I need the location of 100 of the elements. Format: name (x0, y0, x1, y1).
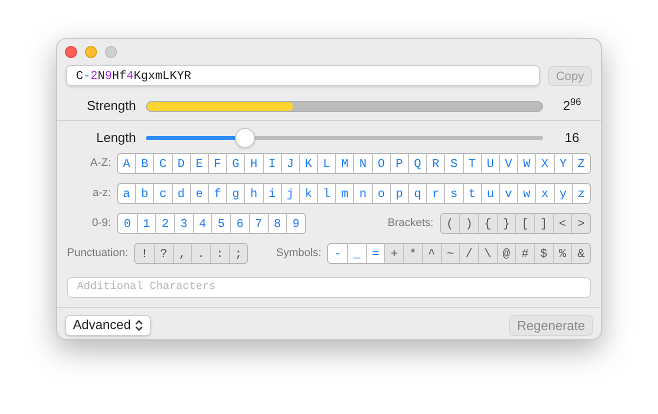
character-toggle[interactable]: & (571, 244, 590, 263)
character-toggle[interactable]: = (366, 244, 384, 263)
character-toggle[interactable]: } (496, 214, 516, 233)
character-toggle[interactable]: [ (515, 214, 534, 233)
character-toggle[interactable]: P (390, 154, 408, 173)
character-toggle[interactable]: J (280, 154, 299, 173)
character-toggle[interactable]: _ (347, 244, 366, 263)
character-toggle[interactable]: T (462, 154, 481, 173)
character-toggle[interactable]: n (353, 184, 372, 203)
character-toggle[interactable]: @ (496, 244, 516, 263)
character-toggle[interactable]: R (426, 154, 444, 173)
character-toggle[interactable]: { (478, 214, 497, 233)
character-toggle[interactable]: G (226, 154, 244, 173)
character-toggle[interactable]: 5 (211, 214, 230, 233)
character-toggle[interactable]: 6 (230, 214, 249, 233)
character-toggle[interactable]: L (317, 154, 336, 173)
character-toggle[interactable]: : (210, 244, 229, 263)
character-toggle[interactable]: \ (478, 244, 497, 263)
character-toggle[interactable]: * (403, 244, 422, 263)
character-toggle[interactable]: ^ (422, 244, 440, 263)
character-toggle[interactable]: W (517, 154, 536, 173)
character-toggle[interactable]: w (517, 184, 536, 203)
character-toggle[interactable]: v (498, 184, 518, 203)
character-toggle[interactable]: # (515, 244, 534, 263)
character-toggle[interactable]: f (208, 184, 226, 203)
character-toggle[interactable]: c (153, 184, 172, 203)
character-toggle[interactable]: o (372, 184, 390, 203)
character-toggle[interactable]: 7 (248, 214, 268, 233)
character-toggle[interactable]: V (498, 154, 518, 173)
regenerate-button[interactable]: Regenerate (509, 314, 593, 336)
character-toggle[interactable]: Z (572, 154, 590, 173)
character-toggle[interactable]: ) (459, 214, 478, 233)
character-toggle[interactable]: y (554, 184, 572, 203)
character-toggle[interactable]: F (208, 154, 226, 173)
close-button[interactable] (65, 46, 77, 58)
character-toggle[interactable]: ; (228, 244, 248, 263)
character-toggle[interactable]: i (262, 184, 281, 203)
character-toggle[interactable]: K (298, 154, 318, 173)
character-toggle[interactable]: x (535, 184, 554, 203)
character-toggle[interactable]: ( (440, 214, 460, 233)
character-toggle[interactable]: p (390, 184, 408, 203)
character-toggle[interactable]: B (135, 154, 154, 173)
character-toggle[interactable]: s (444, 184, 463, 203)
character-toggle[interactable]: % (552, 244, 572, 263)
character-toggle[interactable]: Y (554, 154, 572, 173)
character-toggle[interactable]: z (572, 184, 590, 203)
character-toggle[interactable]: q (408, 184, 426, 203)
character-toggle[interactable]: a (118, 184, 136, 203)
password-field[interactable]: C-2N9Hf4KgxmLKYR (66, 65, 540, 86)
character-toggle[interactable]: 0 (118, 214, 137, 233)
character-toggle[interactable]: 2 (155, 214, 174, 233)
character-toggle[interactable]: 8 (268, 214, 286, 233)
character-toggle[interactable]: S (444, 154, 463, 173)
character-toggle[interactable]: A (118, 154, 136, 173)
character-toggle[interactable]: , (172, 244, 192, 263)
character-toggle[interactable]: u (480, 184, 499, 203)
character-toggle[interactable]: H (244, 154, 262, 173)
character-toggle[interactable]: I (262, 154, 281, 173)
character-toggle[interactable]: e (190, 184, 208, 203)
character-toggle[interactable]: - (328, 244, 348, 263)
character-toggle[interactable]: 3 (174, 214, 193, 233)
character-toggle[interactable]: D (172, 154, 190, 173)
character-toggle[interactable]: . (191, 244, 210, 263)
character-toggle[interactable]: X (535, 154, 554, 173)
character-toggle[interactable]: j (280, 184, 299, 203)
character-toggle[interactable]: ~ (440, 244, 460, 263)
character-toggle[interactable]: ! (135, 244, 154, 263)
character-toggle[interactable]: k (298, 184, 318, 203)
character-toggle[interactable]: Q (408, 154, 426, 173)
character-toggle[interactable]: O (372, 154, 390, 173)
character-toggle[interactable]: E (190, 154, 208, 173)
character-toggle[interactable]: + (384, 244, 404, 263)
character-toggle[interactable]: < (552, 214, 572, 233)
length-slider[interactable] (146, 128, 543, 148)
additional-characters-field[interactable]: Additional Characters (67, 276, 591, 298)
character-toggle[interactable]: r (426, 184, 444, 203)
character-toggle[interactable]: U (480, 154, 499, 173)
character-toggle[interactable]: $ (534, 244, 553, 263)
group-label: Brackets: (388, 216, 434, 232)
minimize-button[interactable] (85, 46, 97, 58)
character-toggle[interactable]: N (353, 154, 372, 173)
character-toggle[interactable]: 1 (136, 214, 156, 233)
character-toggle[interactable]: b (135, 184, 154, 203)
copy-button[interactable]: Copy (548, 66, 592, 86)
character-toggle[interactable]: g (226, 184, 244, 203)
character-toggle[interactable]: M (335, 154, 354, 173)
mode-select[interactable]: Advanced (65, 314, 151, 336)
character-toggle[interactable]: 9 (286, 214, 305, 233)
character-toggle[interactable]: 4 (192, 214, 212, 233)
character-toggle[interactable]: h (244, 184, 262, 203)
character-toggle[interactable]: C (153, 154, 172, 173)
character-toggle[interactable]: d (172, 184, 190, 203)
character-toggle[interactable]: m (335, 184, 354, 203)
character-toggle[interactable]: t (462, 184, 481, 203)
character-toggle[interactable]: ] (534, 214, 553, 233)
character-toggle[interactable]: / (459, 244, 478, 263)
character-toggle[interactable]: > (571, 214, 590, 233)
character-toggle[interactable]: l (317, 184, 336, 203)
group-label: 0-9: (91, 216, 111, 232)
character-toggle[interactable]: ? (154, 244, 173, 263)
